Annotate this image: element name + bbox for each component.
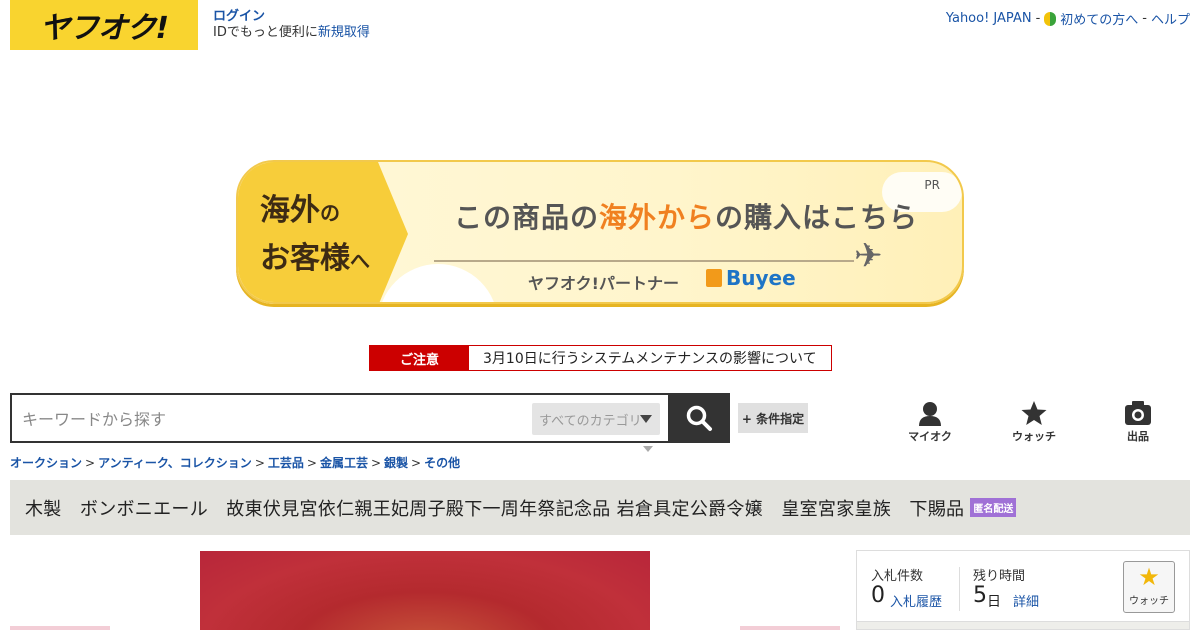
notice-link[interactable]: 3月10日に行うシステムメンテナンスの影響について: [469, 346, 831, 370]
divider: [959, 567, 960, 611]
banner-line1-small: の: [320, 201, 340, 225]
bids-count: 0: [871, 583, 885, 608]
watch-nav-label: ウォッチ: [1012, 430, 1056, 443]
logo-text: ヤフオク!: [39, 11, 169, 46]
breadcrumb-item[interactable]: 工芸品: [268, 456, 304, 470]
myauc-button[interactable]: マイオク: [895, 400, 965, 444]
yahoo-japan-link[interactable]: Yahoo! JAPAN: [946, 11, 1032, 26]
time-left-value: 5: [973, 583, 987, 608]
top-links: Yahoo! JAPAN - 初めての方へ - ヘルプ: [946, 9, 1190, 28]
login-block: ログイン IDでもっと便利に新規取得: [213, 9, 370, 41]
breadcrumb-item[interactable]: 金属工芸: [320, 456, 368, 470]
flight-path-line: [434, 260, 854, 262]
search-button[interactable]: [668, 393, 730, 443]
cloud-decoration: [378, 264, 498, 302]
breadcrumb-item[interactable]: オークション: [10, 456, 82, 470]
category-select[interactable]: すべてのカテゴリ: [532, 403, 660, 435]
banner-headline-accent: 海外から: [599, 201, 716, 234]
time-left-label: 残り時間: [973, 569, 1026, 584]
item-title-bar: 木製 ボンボニエール 故東伏見宮依仁親王妃周子殿下一周年祭記念品 岩倉具定公爵令…: [10, 480, 1190, 535]
banner-line1: 海外: [260, 193, 320, 228]
watch-button-label: ウォッチ: [1129, 596, 1169, 607]
notice-label: ご注意: [370, 346, 469, 370]
breadcrumb-separator: >: [85, 456, 96, 470]
sell-label: 出品: [1127, 430, 1149, 443]
banner-line2: お客様: [260, 241, 350, 276]
airplane-icon: ✈: [854, 236, 883, 276]
user-icon: [919, 402, 941, 426]
category-select-label: すべてのカテゴリ: [539, 413, 642, 429]
buyee-logo: Buyee: [706, 266, 796, 290]
small-triangle-down-icon: [643, 446, 653, 452]
buyee-banner[interactable]: 海外の お客様へ この商品の海外からの購入はこちら ✈ ヤフオク!パートナー B…: [236, 160, 964, 304]
auction-info-panel: 入札件数 0 入札履歴 残り時間 5 日 詳細 ★ ウォッチ: [856, 550, 1190, 630]
breadcrumb: オークション > アンティーク、コレクション > 工芸品 > 金属工芸 > 銀製 > その他: [10, 454, 460, 471]
bids-label: 入札件数: [871, 569, 924, 584]
banner-headline-pre: この商品の: [454, 201, 600, 234]
banner-headline: この商品の海外からの購入はこちら: [454, 196, 918, 236]
myauc-label: マイオク: [908, 430, 952, 443]
camera-icon: [1125, 401, 1151, 425]
image-nav-right[interactable]: [740, 626, 840, 630]
breadcrumb-item[interactable]: その他: [424, 456, 460, 470]
separator: -: [1035, 11, 1041, 26]
sell-button[interactable]: 出品: [1103, 400, 1173, 444]
search-input[interactable]: [22, 407, 522, 431]
pr-label: PR: [924, 178, 940, 192]
separator: -: [1142, 11, 1147, 26]
time-left-unit: 日: [987, 594, 1001, 610]
item-main-image[interactable]: [200, 551, 650, 630]
breadcrumb-item[interactable]: アンティーク、コレクション: [98, 456, 252, 470]
banner-left-text: 海外の お客様へ: [260, 188, 370, 284]
info-panel-footer: [857, 621, 1189, 629]
breadcrumb-item[interactable]: 銀製: [384, 456, 408, 470]
condition-button[interactable]: + 条件指定: [738, 403, 808, 433]
notice-bar[interactable]: ご注意 3月10日に行うシステムメンテナンスの影響について: [369, 345, 832, 371]
beginner-mark-icon: [1044, 11, 1057, 26]
anonymous-shipping-badge: 匿名配送: [970, 498, 1017, 517]
search-box: すべてのカテゴリ: [10, 393, 670, 443]
banner-headline-post: の購入はこちら: [715, 201, 919, 234]
breadcrumb-separator: >: [411, 456, 422, 470]
watch-button[interactable]: ★ ウォッチ: [1123, 561, 1175, 613]
beginners-link[interactable]: 初めての方へ: [1060, 9, 1138, 28]
breadcrumb-separator: >: [306, 456, 317, 470]
time-detail-link[interactable]: 詳細: [1013, 591, 1039, 610]
image-nav-left[interactable]: [10, 626, 110, 630]
yahuoku-logo[interactable]: ヤフオク!: [10, 0, 198, 50]
star-icon: ★: [1138, 563, 1160, 591]
id-promo-text: IDでもっと便利に: [213, 25, 318, 40]
triangle-down-icon: [640, 415, 652, 423]
watch-nav-button[interactable]: ウォッチ: [999, 400, 1069, 444]
star-icon: [1021, 401, 1047, 425]
breadcrumb-separator: >: [370, 456, 382, 470]
search-icon: [686, 405, 712, 431]
register-link[interactable]: 新規取得: [318, 25, 370, 40]
banner-line2-small: へ: [350, 249, 370, 273]
bid-history-link[interactable]: 入札履歴: [890, 591, 942, 610]
item-title: 木製 ボンボニエール 故東伏見宮依仁親王妃周子殿下一周年祭記念品 岩倉具定公爵令…: [25, 498, 965, 520]
login-link[interactable]: ログイン: [213, 9, 370, 25]
help-link[interactable]: ヘルプ: [1151, 9, 1190, 28]
breadcrumb-separator: >: [254, 456, 265, 470]
banner-partner-text: ヤフオク!パートナー: [528, 274, 679, 293]
